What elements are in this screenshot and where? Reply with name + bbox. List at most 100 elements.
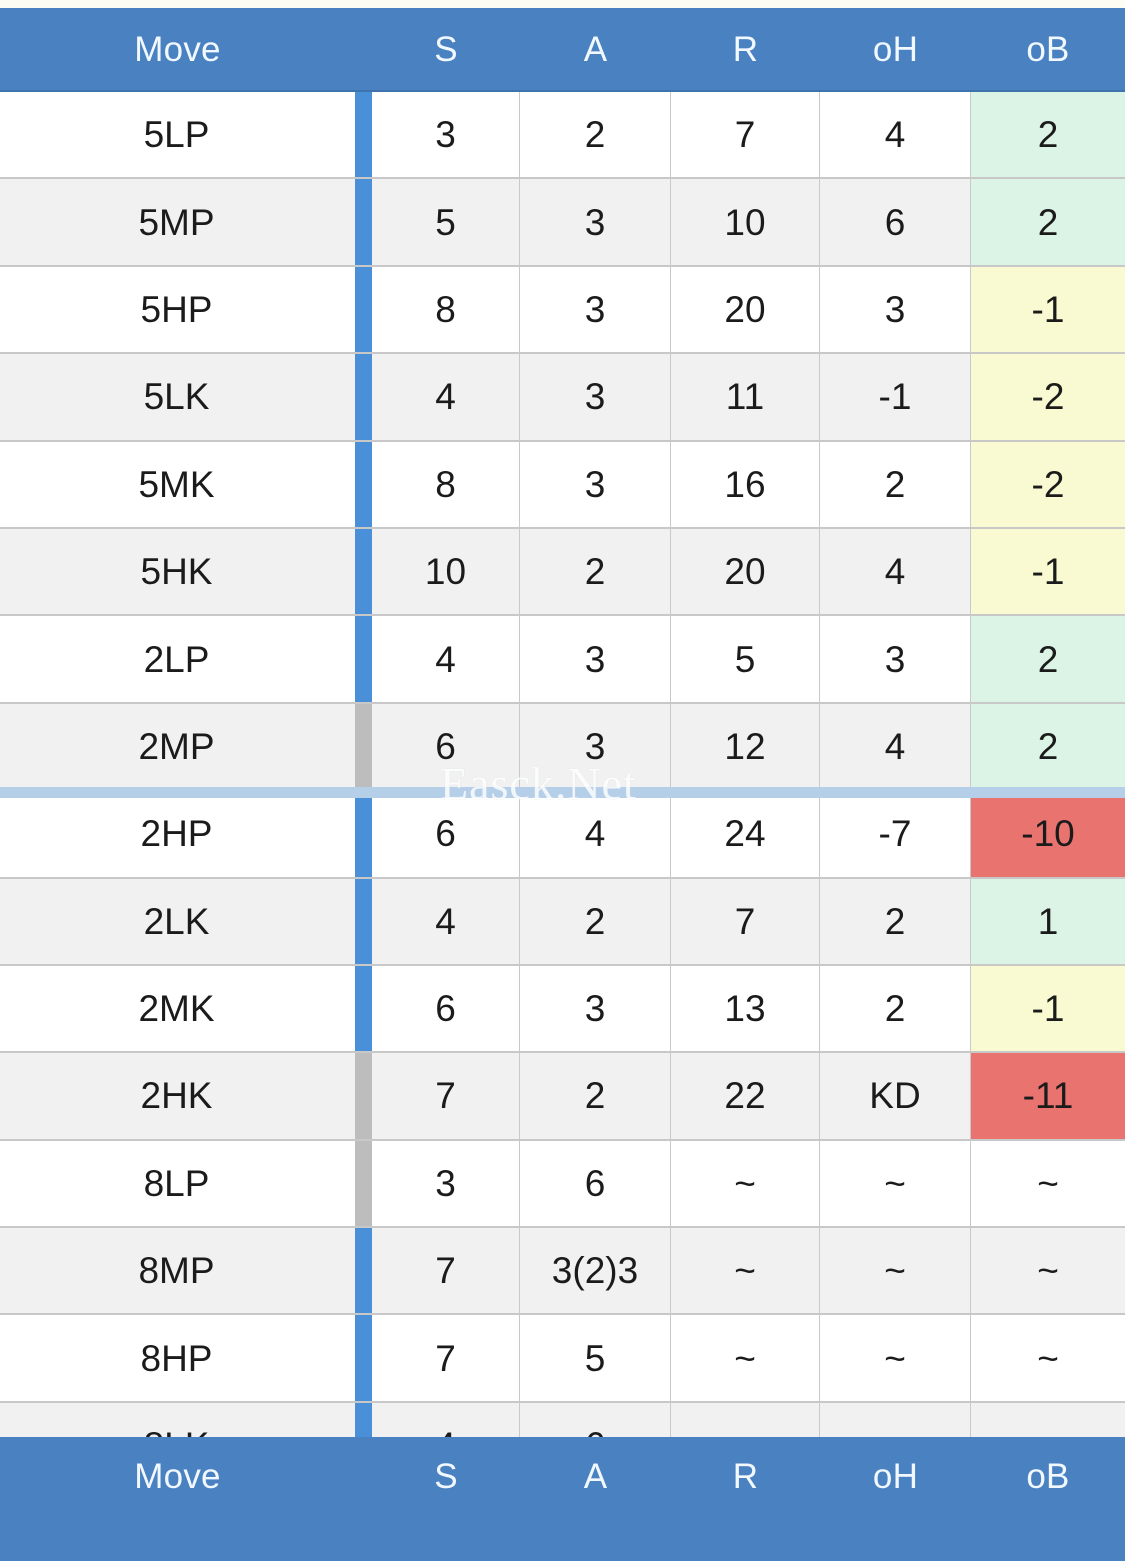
cell-active: 2 <box>520 529 671 614</box>
cell-recovery: ~ <box>671 1228 820 1313</box>
cell-startup: 6 <box>372 791 520 876</box>
table-row[interactable]: 5HK102204-1 <box>0 529 1125 616</box>
cell-recovery: 12 <box>671 704 820 789</box>
cell-move: 2LK <box>0 879 355 964</box>
footer-header-a[interactable]: A <box>520 1459 671 1540</box>
cell-on-hit: 2 <box>820 966 971 1051</box>
cell-recovery: 10 <box>671 179 820 264</box>
cell-on-hit: KD <box>820 1053 971 1138</box>
table-row[interactable]: 2MK63132-1 <box>0 966 1125 1053</box>
table-row[interactable]: 8HP75~~~ <box>0 1315 1125 1402</box>
frozen-column-divider[interactable] <box>355 1403 372 1437</box>
cell-active: 6 <box>520 1403 671 1437</box>
frozen-column-divider[interactable] <box>355 267 372 352</box>
table-row[interactable]: 5MK83162-2 <box>0 442 1125 529</box>
table-row[interactable]: 8LK46~~~ <box>0 1403 1125 1437</box>
table-row[interactable]: 5MP531062 <box>0 179 1125 266</box>
footer-header-ob[interactable]: oB <box>971 1459 1125 1540</box>
cell-active: 3 <box>520 616 671 701</box>
frozen-column-divider[interactable] <box>355 1228 372 1313</box>
cell-active: 2 <box>520 92 671 177</box>
column-header-r[interactable]: R <box>671 32 820 67</box>
cell-on-hit: -1 <box>820 354 971 439</box>
cell-recovery: 11 <box>671 354 820 439</box>
table-row[interactable]: 5LK4311-1-2 <box>0 354 1125 441</box>
cell-on-block: ~ <box>971 1228 1125 1313</box>
table-row[interactable]: 2LK42721 <box>0 879 1125 966</box>
table-row[interactable]: 8LP36~~~ <box>0 1141 1125 1228</box>
cell-active: 2 <box>520 1053 671 1138</box>
table-row[interactable]: 8MP73(2)3~~~ <box>0 1228 1125 1315</box>
cell-active: 2 <box>520 879 671 964</box>
cell-startup: 6 <box>372 966 520 1051</box>
cell-active: 3 <box>520 966 671 1051</box>
frozen-column-divider[interactable] <box>355 1053 372 1138</box>
table-row[interactable]: 2LP43532 <box>0 616 1125 703</box>
frozen-column-divider[interactable] <box>355 1315 372 1400</box>
footer-header-divider-spacer <box>355 1476 372 1522</box>
cell-on-block: ~ <box>971 1403 1125 1437</box>
frozen-column-divider[interactable] <box>355 791 372 876</box>
cell-on-hit: -7 <box>820 791 971 876</box>
cell-startup: 7 <box>372 1053 520 1138</box>
cell-recovery: 20 <box>671 529 820 614</box>
cell-startup: 10 <box>372 529 520 614</box>
column-header-move[interactable]: Move <box>0 32 355 67</box>
cell-recovery: 16 <box>671 442 820 527</box>
cell-move: 2LP <box>0 616 355 701</box>
table-row[interactable]: 2HK7222KD-11 <box>0 1053 1125 1140</box>
column-header-oh[interactable]: oH <box>820 32 971 67</box>
table-row[interactable]: 2HP6424-7-10 <box>0 791 1125 878</box>
cell-startup: 6 <box>372 704 520 789</box>
cell-startup: 3 <box>372 92 520 177</box>
cell-move: 2MK <box>0 966 355 1051</box>
column-header-s[interactable]: S <box>372 32 520 67</box>
cell-move: 5HP <box>0 267 355 352</box>
footer-header-oh[interactable]: oH <box>820 1459 971 1540</box>
cell-startup: 7 <box>372 1228 520 1313</box>
frozen-column-divider[interactable] <box>355 704 372 789</box>
cell-move: 5LP <box>0 92 355 177</box>
cell-on-block: 2 <box>971 704 1125 789</box>
footer-header-s[interactable]: S <box>372 1459 520 1540</box>
cell-recovery: 20 <box>671 267 820 352</box>
cell-recovery: ~ <box>671 1141 820 1226</box>
cell-active: 6 <box>520 1141 671 1226</box>
cell-recovery: 22 <box>671 1053 820 1138</box>
frozen-column-divider[interactable] <box>355 1141 372 1226</box>
footer-header-r[interactable]: R <box>671 1459 820 1540</box>
cell-startup: 4 <box>372 1403 520 1437</box>
frozen-column-divider[interactable] <box>355 354 372 439</box>
column-header-a[interactable]: A <box>520 32 671 67</box>
frozen-column-divider[interactable] <box>355 442 372 527</box>
footer-header-move[interactable]: Move <box>0 1459 355 1540</box>
cell-startup: 7 <box>372 1315 520 1400</box>
cell-move: 5MK <box>0 442 355 527</box>
cell-on-hit: 2 <box>820 879 971 964</box>
frozen-column-divider[interactable] <box>355 529 372 614</box>
top-edge-strip <box>0 0 1125 8</box>
table-row[interactable]: 5HP83203-1 <box>0 267 1125 354</box>
frozen-column-divider[interactable] <box>355 92 372 177</box>
cell-on-hit: 4 <box>820 529 971 614</box>
cell-move: 8HP <box>0 1315 355 1400</box>
cell-on-block: -1 <box>971 267 1125 352</box>
cell-on-block: -10 <box>971 791 1125 876</box>
cell-on-hit: 3 <box>820 616 971 701</box>
frozen-column-divider[interactable] <box>355 616 372 701</box>
frozen-column-divider[interactable] <box>355 179 372 264</box>
table-row[interactable]: 2MP631242 <box>0 704 1125 791</box>
frozen-column-divider[interactable] <box>355 879 372 964</box>
cell-move: 5MP <box>0 179 355 264</box>
table-body[interactable]: 5LP327425MP5310625HP83203-15LK4311-1-25M… <box>0 92 1125 1437</box>
table-row[interactable]: 5LP32742 <box>0 92 1125 179</box>
cell-active: 3 <box>520 354 671 439</box>
frozen-column-divider[interactable] <box>355 966 372 1051</box>
cell-on-hit: ~ <box>820 1228 971 1313</box>
cell-startup: 4 <box>372 354 520 439</box>
cell-recovery: ~ <box>671 1315 820 1400</box>
cell-move: 2HK <box>0 1053 355 1138</box>
column-header-ob[interactable]: oB <box>971 32 1125 67</box>
cell-on-hit: ~ <box>820 1141 971 1226</box>
cell-on-block: -1 <box>971 966 1125 1051</box>
